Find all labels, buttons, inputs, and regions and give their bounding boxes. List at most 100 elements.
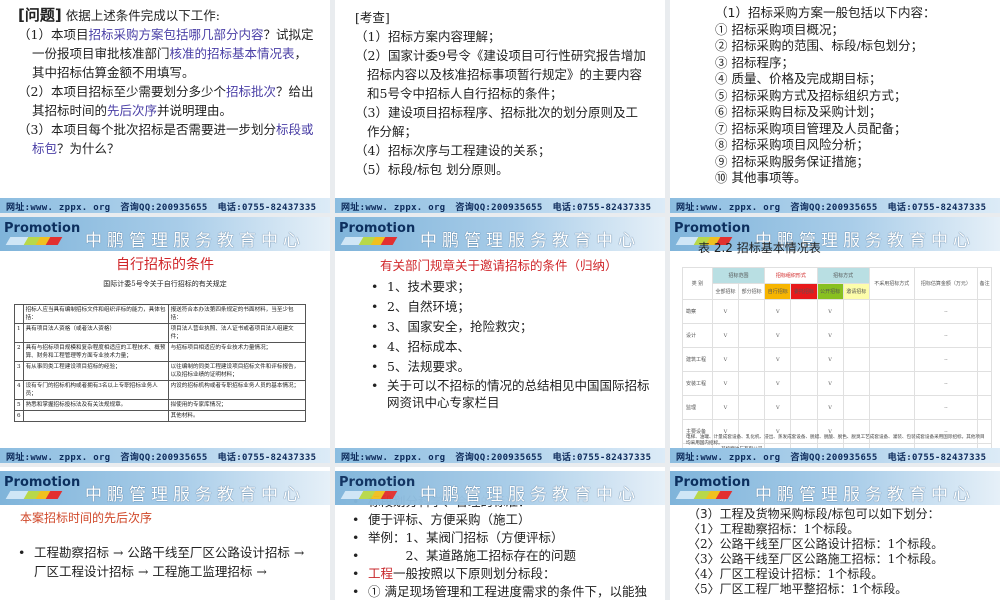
table-cell: V (711, 347, 740, 372)
lot-item: 便于评标、方便采购（施工） (350, 511, 655, 529)
slide-title: 表 2.2 招标基本情况表 (698, 241, 821, 255)
slide-invite-tender-conditions[interactable]: Promotion 中鹏管理服务教育中心 有关部门规章关于邀请招标的条件（归纳） … (335, 217, 665, 463)
slide-self-tender-conditions[interactable]: Promotion 中鹏管理服务教育中心 自行招标的条件 国际计委5号令关于自行招… (0, 217, 330, 463)
table-cell (738, 347, 766, 372)
table-cell (14, 304, 24, 324)
table-cell: 招标组织形式 (764, 267, 818, 284)
slide-lot-plan[interactable]: Promotion 中鹏管理服务教育中心 （3）工程及货物采购标段/标包可以如下划… (670, 467, 1000, 600)
plan-item: ⑩ 其他事项等。 (715, 170, 807, 185)
slide-question[interactable]: [问题] 依据上述条件完成以下工作: （1）本项目招标采购方案包括哪几部分内容？… (0, 0, 330, 213)
slide-tender-sequence[interactable]: Promotion 中鹏管理服务教育中心 本案招标时间的先后次序 工程勘察招标 →… (0, 467, 330, 600)
table-cell: 拟使用的专家库情况； (167, 399, 307, 411)
table-cell: 熟悉和掌握招标投标法及有关法规规章。 (22, 399, 169, 411)
promotion-logo: Promotion (339, 221, 416, 236)
logo-bars-icon (675, 491, 734, 502)
table-cell: V (711, 371, 740, 396)
slide-header: Promotion 中鹏管理服务教育中心 (0, 217, 330, 251)
table-cell: V (764, 323, 792, 348)
table-row: 3 有从事同类工程建设项目招标的经验； 以往编制的同类工程建设项目招标文件和评标报告… (14, 361, 307, 381)
question-3: （3）本项目每个批次招标是否需要进一步划分标段或标包？为什么？ (18, 122, 314, 156)
header-title: 中鹏管理服务教育中心 (755, 485, 975, 505)
table-cell: 6 (14, 410, 24, 422)
logo-bars-icon (340, 491, 399, 502)
slide-header: Promotion 中鹏管理服务教育中心 (670, 471, 1000, 505)
footer-bar: 网址:www. zppx. org 咨询QQ:200935655 电话:0755-8… (670, 448, 1000, 463)
table-caption: 国际计委5号令关于自行招标的有关规定 (103, 280, 227, 288)
lot-plan-item: 〈2〉公路干线至厂区公路设计招标：1个标段。 (688, 537, 944, 551)
table-cell: -- (913, 371, 979, 396)
lot-plan-heading: （3）工程及货物采购标段/标包可以如下划分： (688, 507, 940, 521)
slide-exam-points[interactable]: [考查] （1）招标方案内容理解； （2）国家计委9号令《建设项目可行性研究报告… (335, 0, 665, 213)
table-cell (22, 410, 169, 422)
footer-bar: 网址:www. zppx. org 咨询QQ:200935655 电话:0755-8… (0, 448, 330, 463)
table-cell (790, 347, 818, 372)
table-cell (868, 371, 915, 396)
plan-item: ⑨ 招标采购服务保证措施； (715, 153, 869, 169)
promotion-logo: Promotion (4, 475, 81, 490)
table-cell (842, 347, 870, 372)
table-cell: V (816, 299, 844, 324)
condition-item: 关于可以不招标的情况的总结相见中国国际招标网资讯中心专家栏目 (369, 377, 654, 411)
table-cell: 其他材料。 (167, 410, 307, 422)
table-cell (977, 395, 992, 420)
exam-item: （1）招标方案内容理解； (355, 29, 501, 44)
slide-tender-basic-table[interactable]: Promotion 中鹏管理服务教育中心 表 2.2 招标基本情况表 类 别招标范… (670, 217, 1000, 463)
lot-plan-item: 〈4〉厂区工程设计招标：1个标段。 (688, 567, 884, 581)
table-cell: 监理 (682, 395, 713, 420)
table-cell: -- (913, 395, 979, 420)
table-cell (790, 323, 818, 348)
table-cell (977, 323, 992, 348)
table-cell (738, 323, 766, 348)
table-cell (790, 299, 818, 324)
promotion-logo: Promotion (4, 221, 81, 236)
table-row: 建筑工程 V V V -- (682, 347, 992, 372)
table-cell (842, 371, 870, 396)
table-cell (738, 371, 766, 396)
promotion-logo: Promotion (674, 475, 751, 490)
table-cell: 3 (14, 361, 24, 381)
plan-item: ⑧ 招标采购项目风险分析； (715, 137, 869, 152)
slide-title: 有关部门规章关于邀请招标的条件（归纳） (380, 258, 618, 273)
table-row: 安装工程 V V V -- (682, 371, 992, 396)
plan-item: ③ 招标程序； (715, 54, 794, 70)
table-cell: V (764, 299, 792, 324)
lot-plan-item: 〈1〉工程勘察招标：1个标段。 (688, 522, 860, 536)
table-cell: 邀请招标 (842, 283, 870, 300)
exam-item: （5）标段/标包 划分原则。 (355, 162, 509, 177)
table-cell: 安装工程 (682, 371, 713, 396)
header-title: 中鹏管理服务教育中心 (420, 485, 640, 505)
table-row: 勘察 V V V -- (682, 299, 992, 324)
table-cell: 2 (14, 342, 24, 362)
table-row: 1 具有项目法人资格（或者法人资格） 项目法人营业执照、法人证书或者项目法人组建文件… (14, 323, 307, 343)
table-cell: 公开招标 (816, 283, 844, 300)
question-heading: [问题] (18, 6, 62, 24)
table-cell (738, 395, 766, 420)
slide-lot-division[interactable]: 标段划分科学、合理的标准： 便于评标、方便采购（施工） 举例：1、某阀门招标（方… (335, 467, 665, 600)
logo-bars-icon (340, 237, 399, 248)
table-row: 监理 V V V -- (682, 395, 992, 420)
plan-item: ⑤ 招标采购方式及招标组织方式； (715, 87, 907, 103)
table-cell (842, 323, 870, 348)
table-cell: 以往编制的同类工程建设项目招标文件和评标报告，以及招标业绩的证明材料； (167, 361, 307, 381)
tender-basic-table: 类 别招标范围 招标组织形式 招标方式 不采用招标方式 招标估算金额（万元） 备注 全部招标… (682, 267, 992, 463)
condition-item: 4、招标成本、 (369, 337, 654, 357)
plan-item: ① 招标采购项目概况； (715, 21, 844, 37)
table-cell: V (711, 323, 740, 348)
table-cell: 有从事同类工程建设项目招标的经验； (22, 361, 169, 381)
slide-header: Promotion 中鹏管理服务教育中心 (0, 471, 330, 505)
table-cell: 内设的招标机构或者专职招标业务人员的基本情况； (167, 380, 307, 400)
plan-item: ② 招标采购的范围、标段/标包划分； (715, 38, 924, 53)
table-cell (868, 347, 915, 372)
slide-header: Promotion 中鹏管理服务教育中心 (335, 471, 665, 505)
table-cell: 委托招标 (790, 283, 818, 300)
conditions-table: 招标人应当具有编制招标文件和组织评标的能力，具体包括： 报送符合本办法第四条规定的… (14, 304, 307, 422)
table-row: 4 设有专门的招标机构或者拥有3名以上专职招标业务人员； 内设的招标机构或者专职招标… (14, 380, 307, 400)
table-row: 5 熟悉和掌握招标投标法及有关法规规章。 拟使用的专家库情况； (14, 399, 307, 411)
header-title: 中鹏管理服务教育中心 (85, 231, 305, 251)
slide-plan-contents[interactable]: （1）招标采购方案一般包括以下内容： ① 招标采购项目概况； ② 招标采购的范围… (670, 0, 1000, 213)
table-cell: V (816, 371, 844, 396)
footer-bar: 网址:www. zppx. org 咨询QQ:200935655 电话:0755-8… (335, 448, 665, 463)
plan-item: ⑦ 招标采购项目管理及人员配备； (715, 120, 907, 136)
table-cell (977, 347, 992, 372)
table-cell: 不采用招标方式 (868, 267, 915, 300)
